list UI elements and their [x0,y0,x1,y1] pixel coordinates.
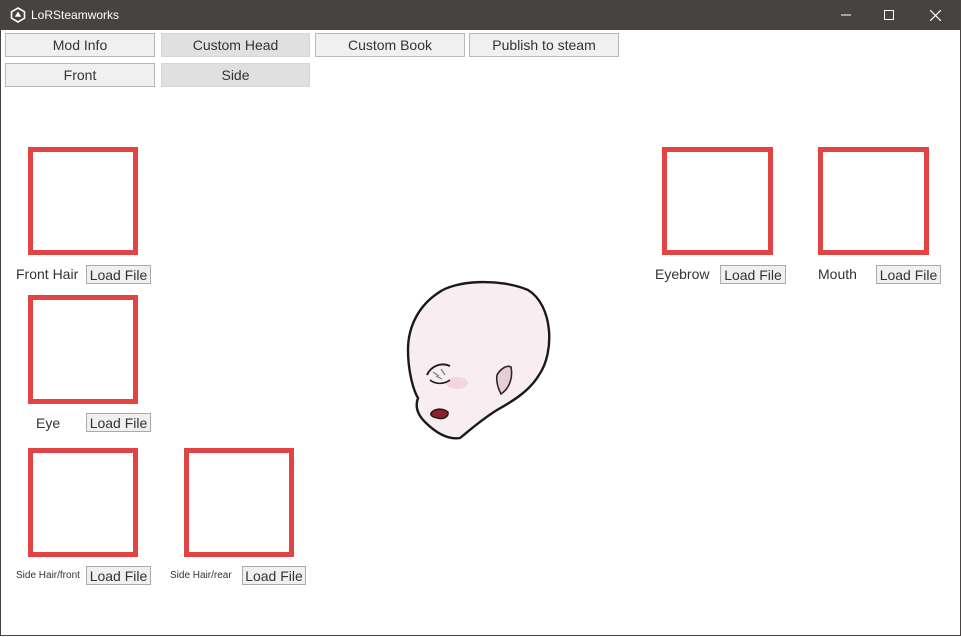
side-hair-front-load-button[interactable]: Load File [86,566,151,585]
tab-mod-info[interactable]: Mod Info [5,33,155,57]
head-preview-image [406,280,551,440]
side-hair-rear-label: Side Hair/rear [170,570,232,581]
maximize-icon [884,10,894,20]
mouth-slot[interactable] [818,147,929,255]
title-bar[interactable]: LoRSteamworks [0,0,961,30]
tab-custom-book[interactable]: Custom Book [315,33,465,57]
eyebrow-load-button[interactable]: Load File [720,265,786,284]
close-icon [929,9,941,21]
eye-slot[interactable] [28,295,138,404]
front-hair-label: Front Hair [16,266,79,282]
front-hair-load-button[interactable]: Load File [86,265,151,284]
eye-label: Eye [36,415,61,431]
eye-load-button[interactable]: Load File [86,413,151,432]
tab-front[interactable]: Front [5,63,155,87]
tab-custom-head[interactable]: Custom Head [161,33,310,57]
unity-logo-icon [10,7,26,23]
eyebrow-label: Eyebrow [655,266,710,282]
mouth-load-button[interactable]: Load File [876,265,941,284]
side-hair-rear-slot[interactable] [184,448,294,557]
tab-side[interactable]: Side [161,63,310,87]
minimize-icon [841,14,851,16]
window-title: LoRSteamworks [31,8,120,22]
eyebrow-slot[interactable] [662,147,773,255]
maximize-button[interactable] [866,0,912,30]
side-hair-front-slot[interactable] [28,448,138,557]
close-button[interactable] [912,0,958,30]
mouth-label: Mouth [818,266,857,282]
tab-publish-to-steam[interactable]: Publish to steam [469,33,619,57]
front-hair-slot[interactable] [28,147,138,255]
side-hair-rear-load-button[interactable]: Load File [242,566,306,585]
side-hair-front-label: Side Hair/front [16,570,80,581]
minimize-button[interactable] [823,0,869,30]
